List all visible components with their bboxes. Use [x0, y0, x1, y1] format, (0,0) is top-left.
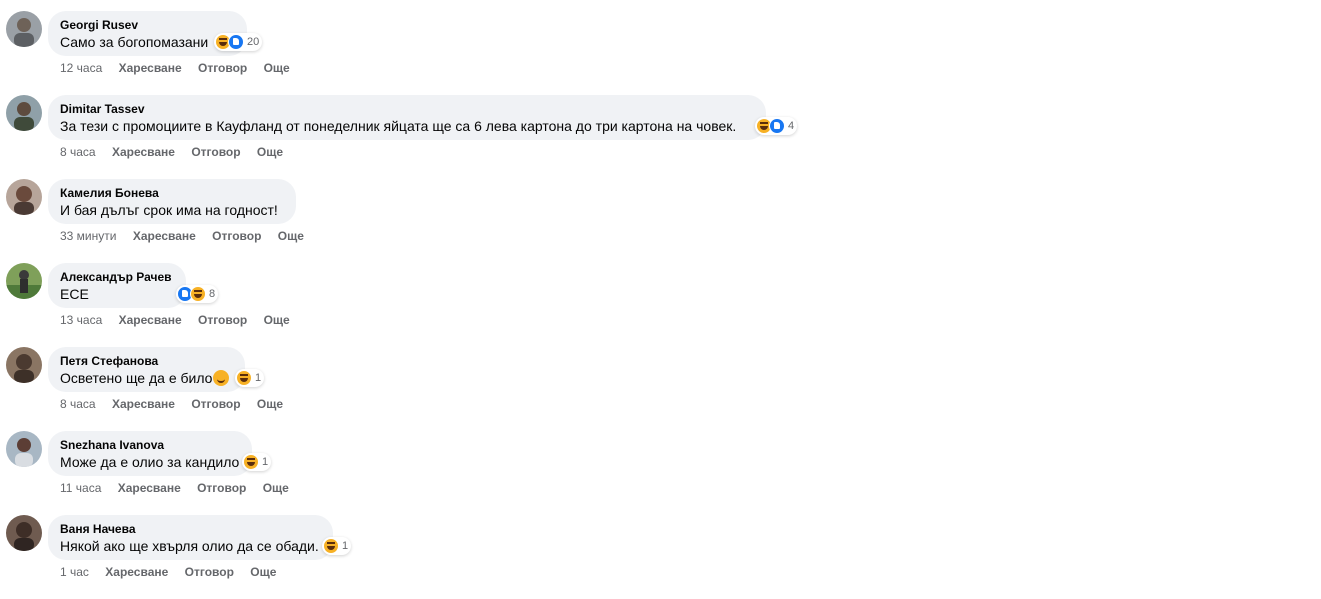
- avatar-image: [6, 431, 42, 467]
- comment-bubble: Dimitar Tassev За тези с промоциите в Ка…: [48, 95, 766, 140]
- reaction-summary[interactable]: 1: [235, 369, 265, 387]
- comment-author[interactable]: Камелия Бонева: [60, 185, 284, 201]
- reaction-summary[interactable]: 4: [755, 117, 798, 135]
- reply-button[interactable]: Отговор: [197, 481, 246, 495]
- haha-reaction-icon: [190, 286, 206, 302]
- grin-emoji-icon: [213, 370, 230, 386]
- avatar[interactable]: [6, 515, 42, 551]
- comment-bubble: Ваня Начева Някой ако ще хвърля олио да …: [48, 515, 333, 560]
- avatar-image: [6, 179, 42, 215]
- comment-time[interactable]: 11 часа: [60, 481, 101, 495]
- avatar-image: [6, 515, 42, 551]
- like-button[interactable]: Харесване: [133, 229, 196, 243]
- like-button[interactable]: Харесване: [119, 313, 182, 327]
- comment-author[interactable]: Петя Стефанова: [60, 353, 233, 369]
- reaction-summary[interactable]: 1: [242, 453, 272, 471]
- comment-text: Осветено ще да е било: [60, 370, 213, 386]
- reply-button[interactable]: Отговор: [212, 229, 261, 243]
- avatar-image: [6, 11, 42, 47]
- haha-reaction-icon: [323, 538, 339, 554]
- avatar[interactable]: [6, 263, 42, 299]
- comment-actions: 8 часа Харесване Отговор Още: [60, 144, 296, 160]
- comment-time[interactable]: 13 часа: [60, 313, 102, 327]
- avatar[interactable]: [6, 11, 42, 47]
- comment-text: За тези с промоциите в Кауфланд от понед…: [60, 118, 737, 134]
- reply-button[interactable]: Отговор: [191, 145, 240, 159]
- avatar[interactable]: [6, 431, 42, 467]
- more-button[interactable]: Още: [263, 481, 289, 495]
- haha-reaction-icon: [243, 454, 259, 470]
- avatar-image: [6, 95, 42, 131]
- like-reaction-icon: [769, 118, 785, 134]
- comment-actions: 1 час Харесване Отговор Още: [60, 564, 289, 580]
- reaction-count: 8: [209, 288, 216, 300]
- comment-text: И бая дълъг срок има на годност!: [60, 202, 278, 218]
- comment-bubble: Snezhana Ivanova Може да е олио за канди…: [48, 431, 252, 476]
- like-button[interactable]: Харесване: [118, 481, 181, 495]
- more-button[interactable]: Още: [250, 565, 276, 579]
- comment-time[interactable]: 8 часа: [60, 397, 96, 411]
- reaction-summary[interactable]: 8: [176, 285, 219, 303]
- reply-button[interactable]: Отговор: [185, 565, 234, 579]
- avatar[interactable]: [6, 179, 42, 215]
- reaction-count: 1: [255, 372, 262, 384]
- comment-time[interactable]: 12 часа: [60, 61, 102, 75]
- avatar-image: [6, 347, 42, 383]
- more-button[interactable]: Още: [278, 229, 304, 243]
- comment-text: ЕСЕ: [60, 286, 89, 302]
- like-button[interactable]: Харесване: [119, 61, 182, 75]
- reaction-summary[interactable]: 1: [322, 537, 352, 555]
- reply-button[interactable]: Отговор: [198, 61, 247, 75]
- comment-author[interactable]: Dimitar Tassev: [60, 101, 754, 117]
- reply-button[interactable]: Отговор: [198, 313, 247, 327]
- more-button[interactable]: Още: [264, 313, 290, 327]
- comment-bubble: Александър Рачев ЕСЕ: [48, 263, 186, 308]
- comment-actions: 13 часа Харесване Отговор Още: [60, 312, 303, 328]
- reply-button[interactable]: Отговор: [191, 397, 240, 411]
- comment-author[interactable]: Ваня Начева: [60, 521, 321, 537]
- haha-reaction-icon: [236, 370, 252, 386]
- like-button[interactable]: Харесване: [112, 397, 175, 411]
- reaction-count: 20: [247, 36, 260, 48]
- like-button[interactable]: Харесване: [112, 145, 175, 159]
- avatar-image: [6, 263, 42, 299]
- reaction-count: 4: [788, 120, 795, 132]
- comment-text: Някой ако ще хвърля олио да се обади.: [60, 538, 319, 554]
- comment-time[interactable]: 1 час: [60, 565, 89, 579]
- avatar[interactable]: [6, 347, 42, 383]
- more-button[interactable]: Още: [257, 397, 283, 411]
- comment-author[interactable]: Georgi Rusev: [60, 17, 235, 33]
- comment-actions: 8 часа Харесване Отговор Още: [60, 396, 296, 412]
- comment-text: Може да е олио за кандило: [60, 454, 240, 470]
- comment-actions: 12 часа Харесване Отговор Още: [60, 60, 303, 76]
- reaction-summary[interactable]: 20: [214, 33, 263, 51]
- like-reaction-icon: [228, 34, 244, 50]
- avatar[interactable]: [6, 95, 42, 131]
- comment-text: Само за богопомазани: [60, 34, 209, 50]
- comment-author[interactable]: Александър Рачев: [60, 269, 174, 285]
- comment-time[interactable]: 8 часа: [60, 145, 96, 159]
- comment-time[interactable]: 33 минути: [60, 229, 116, 243]
- reaction-count: 1: [262, 456, 269, 468]
- like-button[interactable]: Харесване: [105, 565, 168, 579]
- comment-actions: 11 часа Харесване Отговор Още: [60, 480, 302, 496]
- more-button[interactable]: Още: [264, 61, 290, 75]
- comment-author[interactable]: Snezhana Ivanova: [60, 437, 240, 453]
- comment-bubble: Камелия Бонева И бая дълъг срок има на г…: [48, 179, 296, 224]
- reaction-count: 1: [342, 540, 349, 552]
- more-button[interactable]: Още: [257, 145, 283, 159]
- comment-bubble: Петя Стефанова Осветено ще да е било: [48, 347, 245, 392]
- comment-actions: 33 минути Харесване Отговор Още: [60, 228, 317, 244]
